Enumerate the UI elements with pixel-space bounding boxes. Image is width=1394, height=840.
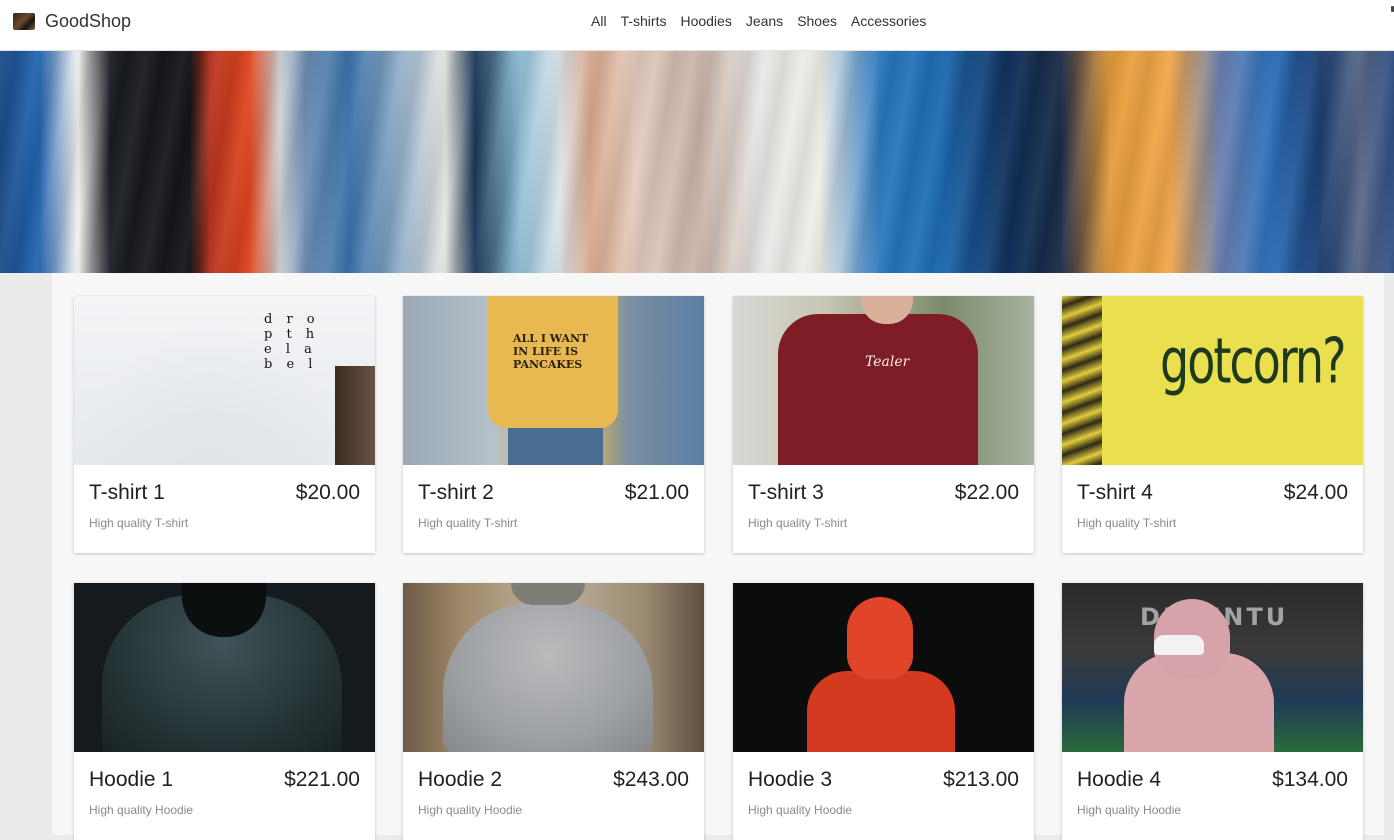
product-image-print: ALL I WANT IN LIFE IS PANCAKES	[513, 332, 589, 371]
brand[interactable]: GoodShop	[13, 10, 131, 32]
product-card[interactable]: gotcorn? T-shirt 4 $24.00 High quality T…	[1062, 296, 1363, 553]
product-image	[403, 583, 704, 752]
product-description: High quality Hoodie	[418, 803, 523, 817]
nav-hoodies[interactable]: Hoodies	[680, 12, 731, 30]
product-description: High quality T-shirt	[89, 516, 189, 530]
product-image	[733, 583, 1034, 752]
product-card[interactable]: d r o p t h e l a b e l T-shirt 1 $20.00…	[74, 296, 375, 553]
product-description: High quality Hoodie	[1077, 803, 1182, 817]
product-description: High quality Hoodie	[748, 803, 853, 817]
product-card[interactable]: Hoodie 1 $221.00 High quality Hoodie	[74, 583, 375, 840]
product-price: $243.00	[613, 768, 689, 791]
product-name: Hoodie 1	[89, 768, 174, 791]
product-price: $20.00	[295, 481, 360, 504]
nav-accessories[interactable]: Accessories	[851, 12, 926, 30]
hero-banner	[0, 51, 1394, 273]
product-image-print: d r o p t h e l a b e l	[264, 312, 320, 372]
product-name: Hoodie 3	[748, 768, 833, 791]
shop-logo-icon	[13, 12, 35, 30]
product-name: T-shirt 3	[748, 481, 824, 504]
product-card[interactable]: Hoodie 3 $213.00 High quality Hoodie	[733, 583, 1034, 840]
product-panel: d r o p t h e l a b e l T-shirt 1 $20.00…	[52, 273, 1384, 840]
product-image-print: gotcorn?	[1160, 324, 1346, 398]
product-image	[74, 583, 375, 752]
product-price: $134.00	[1272, 768, 1348, 791]
product-name: Hoodie 2	[418, 768, 503, 791]
product-price: $22.00	[954, 481, 1019, 504]
product-name: T-shirt 1	[89, 481, 165, 504]
product-name: T-shirt 4	[1077, 481, 1153, 504]
product-name: T-shirt 2	[418, 481, 494, 504]
product-image: ALL I WANT IN LIFE IS PANCAKES	[403, 296, 704, 465]
product-image: d r o p t h e l a b e l	[74, 296, 375, 465]
product-card[interactable]: ALL I WANT IN LIFE IS PANCAKES T-shirt 2…	[403, 296, 704, 553]
product-card[interactable]: Tealer T-shirt 3 $22.00 High quality T-s…	[733, 296, 1034, 553]
product-price: $221.00	[284, 768, 360, 791]
nav-all[interactable]: All	[591, 12, 607, 30]
product-name: Hoodie 4	[1077, 768, 1162, 791]
product-price: $24.00	[1283, 481, 1348, 504]
nav-shoes[interactable]: Shoes	[797, 12, 837, 30]
nav-jeans[interactable]: Jeans	[746, 12, 783, 30]
top-app-bar: GoodShop All T-shirts Hoodies Jeans Shoe…	[0, 0, 1394, 51]
product-price: $21.00	[624, 481, 689, 504]
product-description: High quality T-shirt	[748, 516, 848, 530]
product-image: gotcorn?	[1062, 296, 1363, 465]
product-description: High quality Hoodie	[89, 803, 194, 817]
product-image: Tealer	[733, 296, 1034, 465]
brand-name: GoodShop	[45, 10, 132, 31]
product-image: DEVENTU	[1062, 583, 1363, 752]
product-image-print: Tealer	[865, 354, 910, 370]
product-card[interactable]: DEVENTU Hoodie 4 $134.00 High quality Ho…	[1062, 583, 1363, 840]
product-price: $213.00	[943, 768, 1019, 791]
product-description: High quality T-shirt	[1077, 516, 1177, 530]
product-description: High quality T-shirt	[418, 516, 518, 530]
category-nav: All T-shirts Hoodies Jeans Shoes Accesso…	[591, 12, 926, 30]
product-card[interactable]: Hoodie 2 $243.00 High quality Hoodie	[403, 583, 704, 840]
nav-tshirts[interactable]: T-shirts	[621, 12, 667, 30]
